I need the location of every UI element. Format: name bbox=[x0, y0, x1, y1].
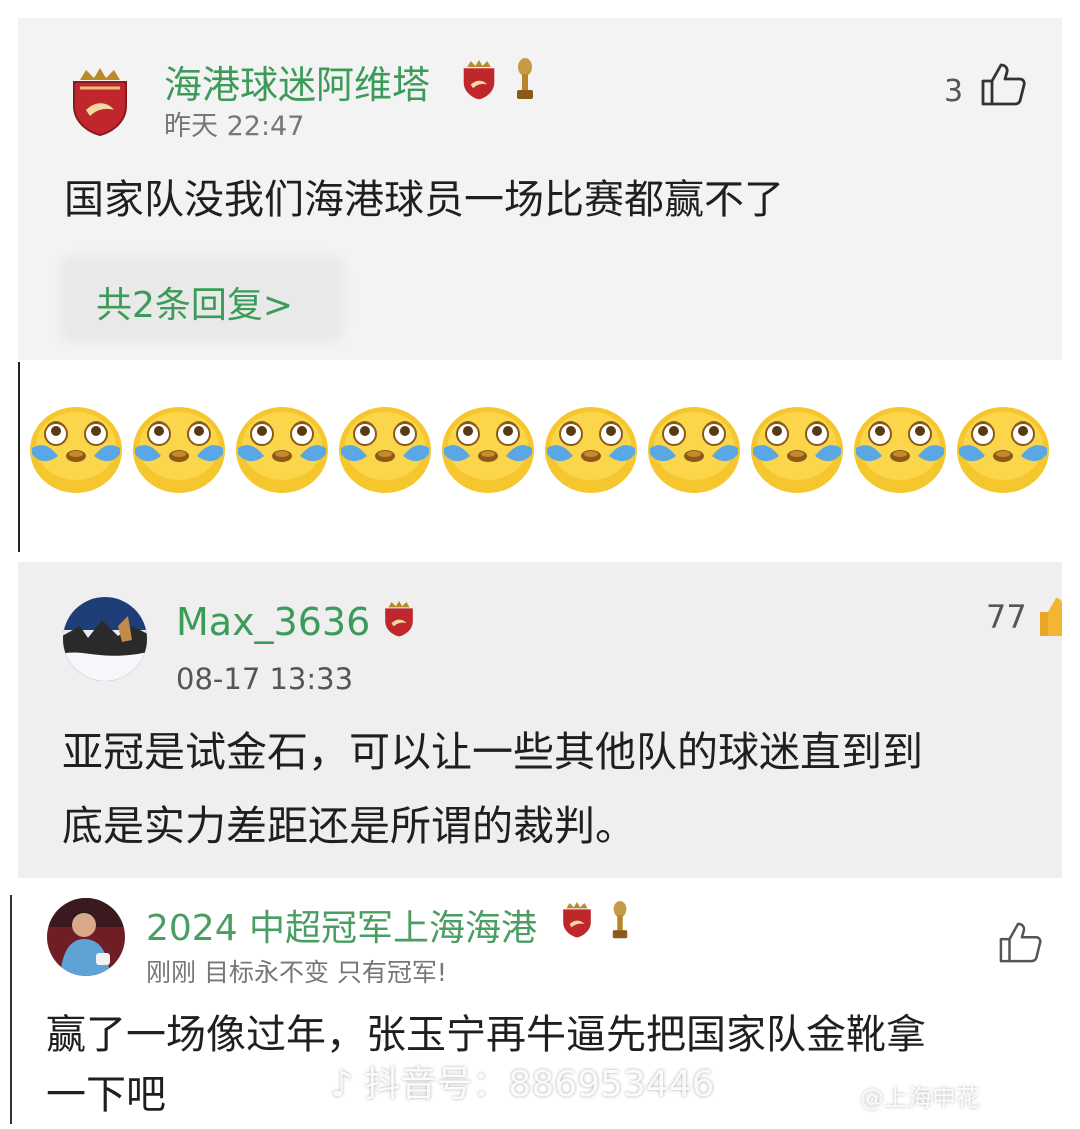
comment-time: 08-17 13:33 bbox=[176, 662, 354, 696]
view-replies-button[interactable]: 共2条回复> bbox=[66, 262, 338, 336]
club-badge-icon bbox=[463, 60, 495, 100]
emoji-comment bbox=[18, 362, 1064, 552]
crying-laughing-emoji bbox=[30, 407, 122, 493]
crying-laughing-emoji bbox=[751, 407, 843, 493]
douyin-logo-icon: ♪ bbox=[330, 1064, 365, 1105]
emoji-row bbox=[28, 402, 1062, 498]
comment-time: 刚刚 目标永不变 只有冠军! bbox=[146, 958, 447, 987]
comment-time: 昨天 22:47 bbox=[164, 111, 305, 142]
comment-text-line-1: 亚冠是试金石，可以让一些其他队的球迷直到到 bbox=[62, 728, 923, 776]
comment-text-line-2: 一下吧 bbox=[46, 1072, 166, 1118]
like-count: 77 bbox=[986, 598, 1027, 636]
crying-laughing-emoji bbox=[133, 407, 225, 493]
thumbs-up-icon[interactable] bbox=[980, 62, 1026, 106]
crying-laughing-emoji bbox=[854, 407, 946, 493]
avatar[interactable] bbox=[46, 897, 126, 977]
comment-card-2: Max_3636 08-17 13:33 77 亚冠是试金石，可以让一些其他队的… bbox=[18, 562, 1062, 878]
thumbs-up-icon[interactable] bbox=[998, 921, 1042, 963]
username[interactable]: 2024 中超冠军上海海港 bbox=[146, 899, 537, 951]
like-count: 3 bbox=[944, 74, 964, 109]
crying-laughing-emoji bbox=[545, 407, 637, 493]
comment-card-1: 海港球迷阿维塔 昨天 22:47 3 国家队没我们海港球员一场比赛都赢不了 共2… bbox=[18, 18, 1062, 360]
club-badge-icon bbox=[73, 68, 127, 136]
comment-text-line-2: 底是实力差距还是所谓的裁判。 bbox=[62, 802, 636, 850]
douyin-watermark: ♪ 抖音号：886953446 bbox=[330, 1055, 715, 1107]
reply-count-label: 共2条回复> bbox=[96, 285, 294, 326]
crying-laughing-emoji bbox=[648, 407, 740, 493]
trophy-icon bbox=[517, 58, 533, 99]
comment-text: 国家队没我们海港球员一场比赛都赢不了 bbox=[64, 177, 784, 223]
username[interactable]: Max_3636 bbox=[176, 600, 370, 644]
crying-laughing-emoji bbox=[957, 407, 1049, 493]
thumbs-up-icon[interactable] bbox=[1038, 596, 1062, 638]
crying-laughing-emoji bbox=[236, 407, 328, 493]
club-badge-icon bbox=[563, 901, 591, 938]
crying-laughing-emoji bbox=[339, 407, 431, 493]
trophy-icon bbox=[612, 901, 628, 939]
corner-watermark: @上海申花 bbox=[860, 1084, 980, 1112]
crying-laughing-emoji bbox=[442, 407, 534, 493]
club-badge-icon bbox=[385, 600, 413, 637]
username[interactable]: 海港球迷阿维塔 bbox=[164, 54, 430, 109]
avatar[interactable] bbox=[62, 596, 148, 682]
watermark-text: 抖音号：886953446 bbox=[364, 1064, 715, 1105]
